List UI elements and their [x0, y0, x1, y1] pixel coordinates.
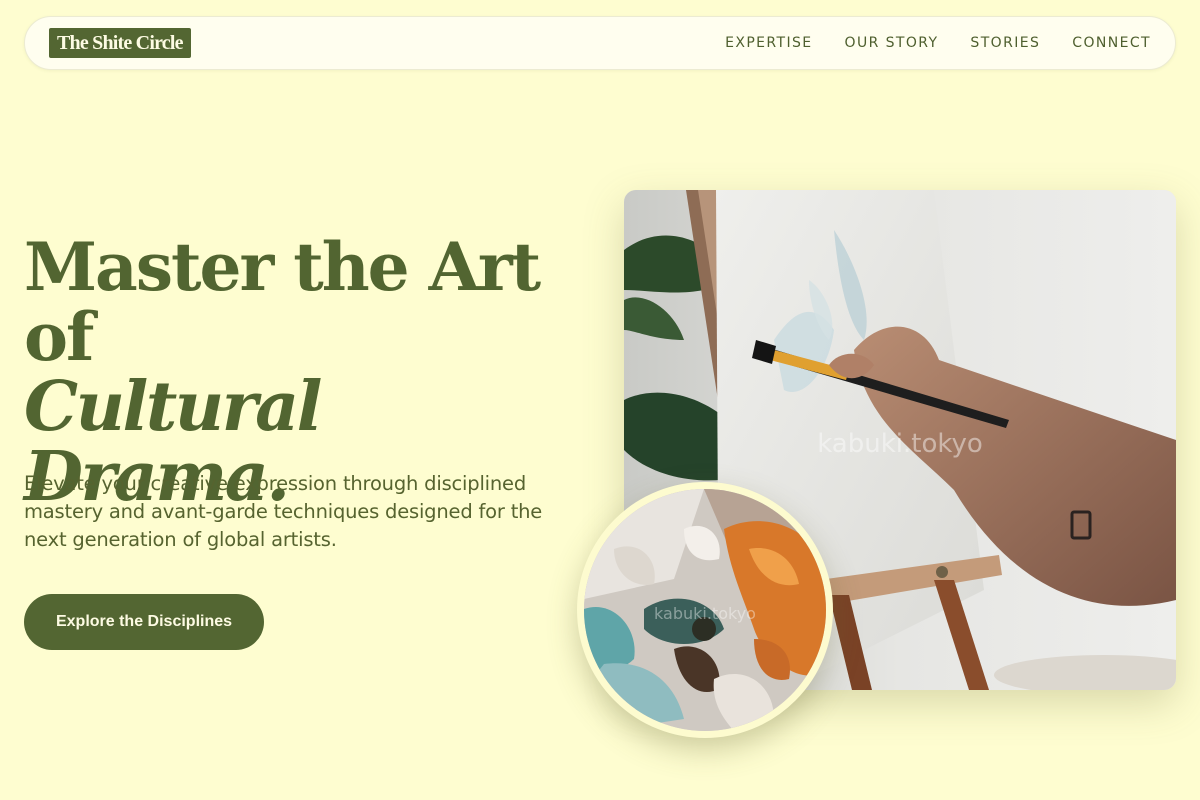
detail-watermark: kabuki.tokyo [654, 604, 756, 623]
paint-texture-detail-image: kabuki.tokyo [577, 482, 833, 738]
nav-link-expertise[interactable]: EXPERTISE [725, 35, 812, 51]
hero-subtitle: Elevate your creative expression through… [24, 472, 543, 551]
headline-line-2: of [24, 298, 94, 376]
nav-link-connect[interactable]: CONNECT [1072, 35, 1151, 51]
explore-disciplines-button[interactable]: Explore the Disciplines [24, 594, 264, 650]
nav-links: EXPERTISE OUR STORY STORIES CONNECT [725, 17, 1151, 69]
headline-line-1: Master the Art [24, 228, 541, 306]
nav-link-stories[interactable]: STORIES [970, 35, 1040, 51]
top-nav: The Shite Circle EXPERTISE OUR STORY STO… [24, 16, 1176, 70]
photo-watermark: kabuki.tokyo [817, 429, 983, 459]
brand-logo[interactable]: The Shite Circle [49, 28, 191, 58]
page: The Shite Circle EXPERTISE OUR STORY STO… [0, 0, 1200, 800]
nav-link-our-story[interactable]: OUR STORY [845, 35, 939, 51]
